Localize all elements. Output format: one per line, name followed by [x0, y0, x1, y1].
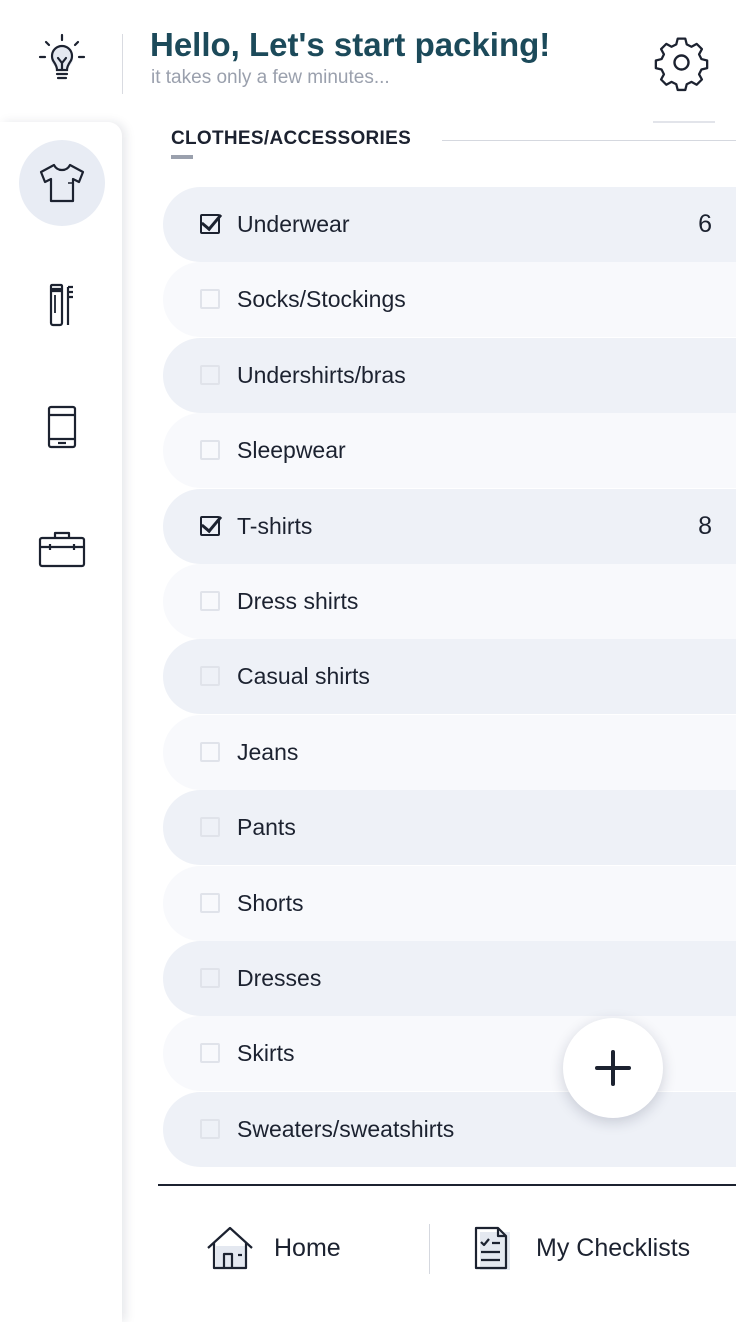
list-item[interactable]: Socks/Stockings: [163, 262, 736, 338]
checkbox[interactable]: [200, 741, 220, 762]
checkbox[interactable]: [200, 289, 220, 310]
briefcase-icon: [38, 531, 86, 568]
category-underline: [171, 155, 193, 159]
checkbox[interactable]: [200, 364, 220, 385]
sidebar-item-electronics[interactable]: [19, 384, 105, 470]
list-item[interactable]: Sweaters/sweatshirts: [163, 1091, 736, 1167]
item-label: Sweaters/sweatshirts: [237, 1115, 455, 1142]
item-label: Casual shirts: [237, 663, 370, 690]
checkbox[interactable]: [200, 666, 220, 687]
checkbox[interactable]: [200, 1118, 220, 1139]
add-item-button[interactable]: [563, 1018, 663, 1118]
plus-icon: [595, 1050, 631, 1086]
nav-divider: [429, 1224, 430, 1274]
sidebar-item-documents[interactable]: [19, 506, 105, 592]
header-divider: [122, 34, 123, 94]
item-label: Jeans: [237, 738, 299, 765]
list-item[interactable]: Casual shirts: [163, 639, 736, 715]
item-label: Dress shirts: [237, 587, 359, 614]
checkbox[interactable]: [200, 1043, 220, 1064]
list-item[interactable]: Undershirts/bras: [163, 337, 736, 413]
checkbox[interactable]: [200, 214, 220, 234]
nav-my-checklists-label: My Checklists: [536, 1233, 691, 1262]
item-label: Underwear: [237, 211, 350, 237]
app-header: Hello, Let's start packing! it takes onl…: [0, 0, 736, 123]
page-subtitle: it takes only a few minutes...: [151, 67, 390, 88]
list-item[interactable]: Underwear 6: [163, 187, 736, 262]
checkbox[interactable]: [200, 515, 220, 536]
item-label: Skirts: [237, 1040, 295, 1067]
category-sidebar: [0, 122, 122, 1322]
nav-home[interactable]: Home: [204, 1222, 341, 1274]
item-label: Dresses: [237, 964, 322, 991]
list-item[interactable]: Dresses: [163, 940, 736, 1016]
checkbox[interactable]: [200, 817, 220, 838]
lightbulb-icon: [38, 33, 86, 80]
checklist-icon: [474, 1226, 510, 1270]
toiletries-icon: [49, 283, 73, 327]
gear-icon[interactable]: [653, 34, 713, 94]
item-label: Sleepwear: [237, 437, 346, 464]
category-title: CLOTHES/ACCESSORIES: [171, 128, 412, 149]
item-label: Undershirts/bras: [237, 361, 406, 388]
item-list: Underwear 6 Socks/Stockings Undershirts/…: [163, 187, 736, 1167]
nav-home-label: Home: [274, 1233, 341, 1262]
checkbox[interactable]: [200, 440, 220, 461]
list-item[interactable]: Shorts: [163, 865, 736, 941]
page-title: Hello, Let's start packing!: [150, 26, 551, 63]
settings-underline: [653, 121, 715, 123]
tshirt-icon: [39, 163, 85, 203]
item-label: T-shirts: [237, 512, 313, 539]
sidebar-item-clothes[interactable]: [19, 140, 105, 226]
item-label: Socks/Stockings: [237, 286, 406, 313]
item-count: 6: [698, 210, 712, 238]
list-item[interactable]: Sleepwear: [163, 413, 736, 489]
sidebar-item-toiletries[interactable]: [19, 262, 105, 348]
category-rule: [442, 140, 736, 141]
item-label: Shorts: [237, 889, 304, 916]
list-item[interactable]: Jeans: [163, 714, 736, 790]
bottom-nav: Home My Checklists: [158, 1186, 736, 1308]
checkbox[interactable]: [200, 967, 220, 988]
nav-my-checklists[interactable]: My Checklists: [466, 1222, 690, 1274]
list-item[interactable]: T-shirts 8: [163, 488, 736, 564]
list-item[interactable]: Pants: [163, 790, 736, 866]
item-count: 8: [698, 511, 712, 540]
list-item[interactable]: Dress shirts: [163, 563, 736, 639]
home-icon: [207, 1226, 253, 1270]
phone-icon: [47, 405, 77, 449]
checkbox[interactable]: [200, 892, 220, 913]
checkbox[interactable]: [200, 590, 220, 611]
item-label: Pants: [237, 814, 296, 841]
